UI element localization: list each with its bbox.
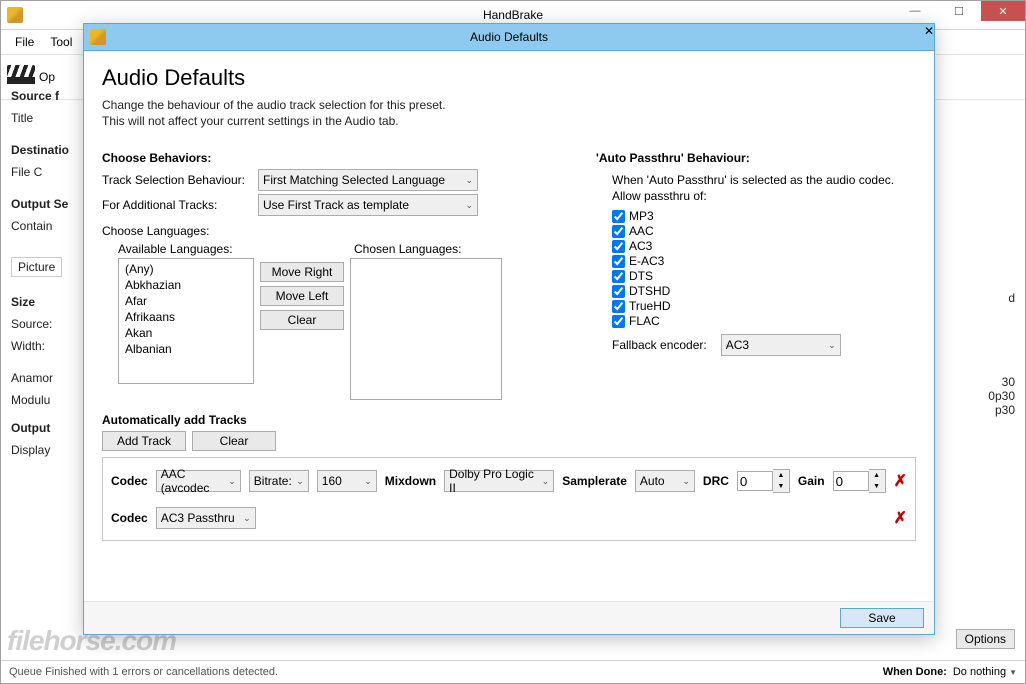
minimize-button[interactable]: — — [893, 1, 937, 21]
dialog-heading: Audio Defaults — [102, 65, 916, 91]
dialog-title: Audio Defaults — [84, 30, 934, 44]
chosen-languages-list[interactable] — [350, 258, 502, 400]
auto-passthru-desc1: When 'Auto Passthru' is selected as the … — [612, 173, 916, 187]
when-done-label: When Done: — [883, 666, 947, 678]
close-button[interactable]: ✕ — [981, 1, 1025, 21]
audio-defaults-dialog: Audio Defaults ✕ Audio Defaults Change t… — [83, 23, 935, 635]
bitrate-combo[interactable]: 160⌄ — [317, 470, 377, 492]
passthru-mp3[interactable]: MP3 — [612, 209, 916, 223]
dialog-titlebar: Audio Defaults ✕ — [84, 24, 934, 51]
track-list: Codec AAC (avcodec⌄ Bitrate:⌄ 160⌄ Mixdo… — [102, 457, 916, 541]
drc-label: DRC — [703, 474, 729, 488]
dialog-close-button[interactable]: ✕ — [924, 24, 934, 38]
add-track-button[interactable]: Add Track — [102, 431, 186, 451]
samplerate-combo[interactable]: Auto⌄ — [635, 470, 695, 492]
main-window: HandBrake — ☐ ✕ File Tool Op Source f Ti… — [0, 0, 1026, 684]
fallback-encoder-combo[interactable]: AC3⌄ — [721, 334, 841, 356]
background-left-labels: Source f Title Destinatio File C Output … — [11, 81, 69, 465]
save-button[interactable]: Save — [840, 608, 924, 628]
chevron-down-icon: ⌄ — [243, 513, 251, 524]
choose-behaviors-label: Choose Behaviors: — [102, 151, 546, 165]
chevron-down-icon: ⌄ — [465, 200, 473, 211]
chevron-up-icon[interactable]: ▲ — [773, 470, 789, 481]
chevron-down-icon: ⌄ — [465, 175, 473, 186]
drc-spinner[interactable]: ▲▼ — [737, 469, 790, 493]
passthru-column: 'Auto Passthru' Behaviour: When 'Auto Pa… — [596, 143, 916, 403]
gain-label: Gain — [798, 474, 825, 488]
track-selection-combo[interactable]: First Matching Selected Language⌄ — [258, 169, 478, 191]
background-right-labels: d 30 0p30 p30 — [935, 291, 1015, 417]
move-left-button[interactable]: Move Left — [260, 286, 344, 306]
passthru-flac[interactable]: FLAC — [612, 314, 916, 328]
codec-label: Codec — [111, 474, 148, 488]
chevron-down-icon: ⌄ — [542, 476, 550, 487]
list-item[interactable]: Akan — [121, 325, 251, 341]
passthru-checkboxes: MP3 AAC AC3 E-AC3 DTS DTSHD TrueHD FLAC — [612, 209, 916, 328]
status-text: Queue Finished with 1 errors or cancella… — [9, 666, 278, 678]
additional-tracks-label: For Additional Tracks: — [102, 198, 252, 212]
passthru-ac3[interactable]: AC3 — [612, 239, 916, 253]
fallback-encoder-label: Fallback encoder: — [612, 338, 707, 352]
choose-languages-label: Choose Languages: — [102, 224, 546, 238]
gain-spinner[interactable]: ▲▼ — [833, 469, 886, 493]
delete-track-icon[interactable]: ✗ — [894, 471, 907, 491]
when-done-value[interactable]: Do nothing — [953, 666, 1006, 678]
mixdown-combo[interactable]: Dolby Pro Logic II⌄ — [444, 470, 554, 492]
chevron-down-icon: ⌄ — [682, 476, 690, 487]
passthru-eac3[interactable]: E-AC3 — [612, 254, 916, 268]
auto-passthru-desc2: Allow passthru of: — [612, 189, 916, 203]
dialog-footer: Save — [84, 601, 934, 634]
chosen-languages-label: Chosen Languages: — [354, 242, 502, 256]
passthru-dtshd[interactable]: DTSHD — [612, 284, 916, 298]
chevron-down-icon[interactable]: ▼ — [1009, 668, 1017, 677]
options-button[interactable]: Options — [956, 629, 1015, 649]
chevron-up-icon[interactable]: ▲ — [869, 470, 885, 481]
delete-track-icon[interactable]: ✗ — [894, 508, 907, 528]
track-selection-label: Track Selection Behaviour: — [102, 173, 252, 187]
chevron-down-icon[interactable]: ▼ — [773, 481, 789, 492]
auto-passthru-title: 'Auto Passthru' Behaviour: — [596, 151, 916, 165]
clear-tracks-button[interactable]: Clear — [192, 431, 276, 451]
dialog-content: Audio Defaults Change the behaviour of t… — [84, 51, 934, 601]
additional-tracks-combo[interactable]: Use First Track as template⌄ — [258, 194, 478, 216]
list-item[interactable]: (Any) — [121, 261, 251, 277]
move-right-button[interactable]: Move Right — [260, 262, 344, 282]
available-languages-label: Available Languages: — [118, 242, 254, 256]
dialog-subtitle: Change the behaviour of the audio track … — [102, 97, 916, 129]
mixdown-label: Mixdown — [385, 474, 436, 488]
chevron-down-icon: ⌄ — [296, 476, 304, 487]
chevron-down-icon: ⌄ — [364, 476, 372, 487]
menu-tools[interactable]: Tool — [42, 33, 80, 51]
passthru-truehd[interactable]: TrueHD — [612, 299, 916, 313]
main-title: HandBrake — [1, 8, 1025, 22]
auto-add-tracks-label: Automatically add Tracks — [102, 413, 916, 427]
clear-languages-button[interactable]: Clear — [260, 310, 344, 330]
list-item[interactable]: Afrikaans — [121, 309, 251, 325]
samplerate-label: Samplerate — [562, 474, 627, 488]
codec-combo[interactable]: AAC (avcodec⌄ — [156, 470, 241, 492]
list-item[interactable]: Albanian — [121, 341, 251, 357]
statusbar: Queue Finished with 1 errors or cancella… — [1, 660, 1025, 683]
window-buttons: — ☐ ✕ — [893, 1, 1025, 21]
codec-combo[interactable]: AC3 Passthru⌄ — [156, 507, 256, 529]
menu-file[interactable]: File — [7, 33, 42, 51]
behaviors-column: Choose Behaviors: Track Selection Behavi… — [102, 143, 546, 403]
chevron-down-icon: ⌄ — [828, 340, 836, 351]
passthru-aac[interactable]: AAC — [612, 224, 916, 238]
available-languages-list[interactable]: (Any) Abkhazian Afar Afrikaans Akan Alba… — [118, 258, 254, 384]
bitrate-mode-combo[interactable]: Bitrate:⌄ — [249, 470, 309, 492]
list-item[interactable]: Abkhazian — [121, 277, 251, 293]
track-row: Codec AC3 Passthru⌄ ✗ — [111, 507, 907, 529]
maximize-button[interactable]: ☐ — [937, 1, 981, 21]
list-item[interactable]: Afar — [121, 293, 251, 309]
codec-label: Codec — [111, 511, 148, 525]
passthru-dts[interactable]: DTS — [612, 269, 916, 283]
track-row: Codec AAC (avcodec⌄ Bitrate:⌄ 160⌄ Mixdo… — [111, 469, 907, 493]
chevron-down-icon[interactable]: ▼ — [869, 481, 885, 492]
chevron-down-icon: ⌄ — [228, 476, 236, 487]
